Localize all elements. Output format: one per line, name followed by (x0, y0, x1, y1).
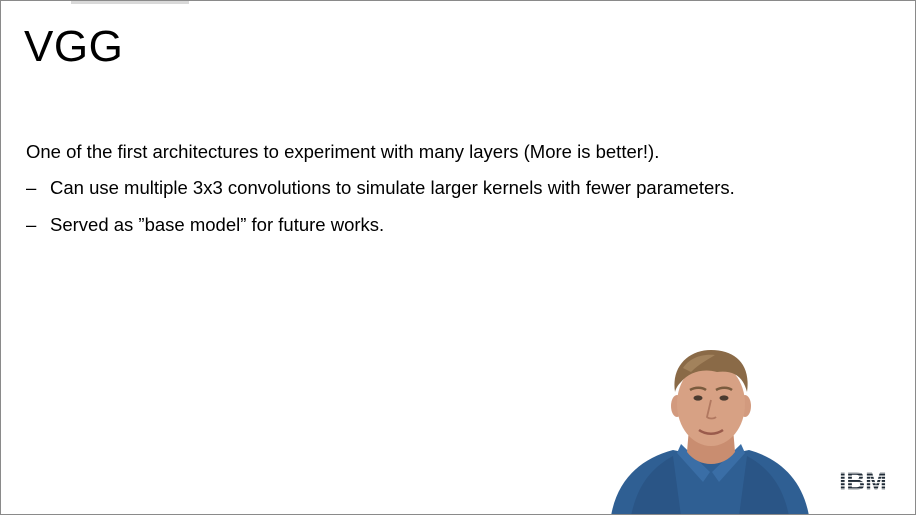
intro-text: One of the first architectures to experi… (26, 141, 660, 162)
slide-body: One of the first architectures to experi… (26, 141, 866, 251)
ibm-logo-icon: IBM (839, 467, 887, 493)
slide: VGG One of the first architectures to ex… (0, 0, 916, 515)
top-scroll-bar (71, 1, 189, 4)
bullet-text: Can use multiple 3x3 convolutions to sim… (50, 177, 735, 198)
slide-title: VGG (24, 22, 124, 71)
presenter-video-icon (611, 350, 809, 514)
logo-text: IBM (839, 467, 887, 493)
bullet-item: – Served as ”base model” for future work… (26, 214, 866, 236)
bullet-text: Served as ”base model” for future works. (50, 214, 385, 235)
bullet-item: – Can use multiple 3x3 convolutions to s… (26, 177, 866, 199)
bullet-dash: – (26, 177, 37, 198)
bullet-dash: – (26, 214, 37, 235)
